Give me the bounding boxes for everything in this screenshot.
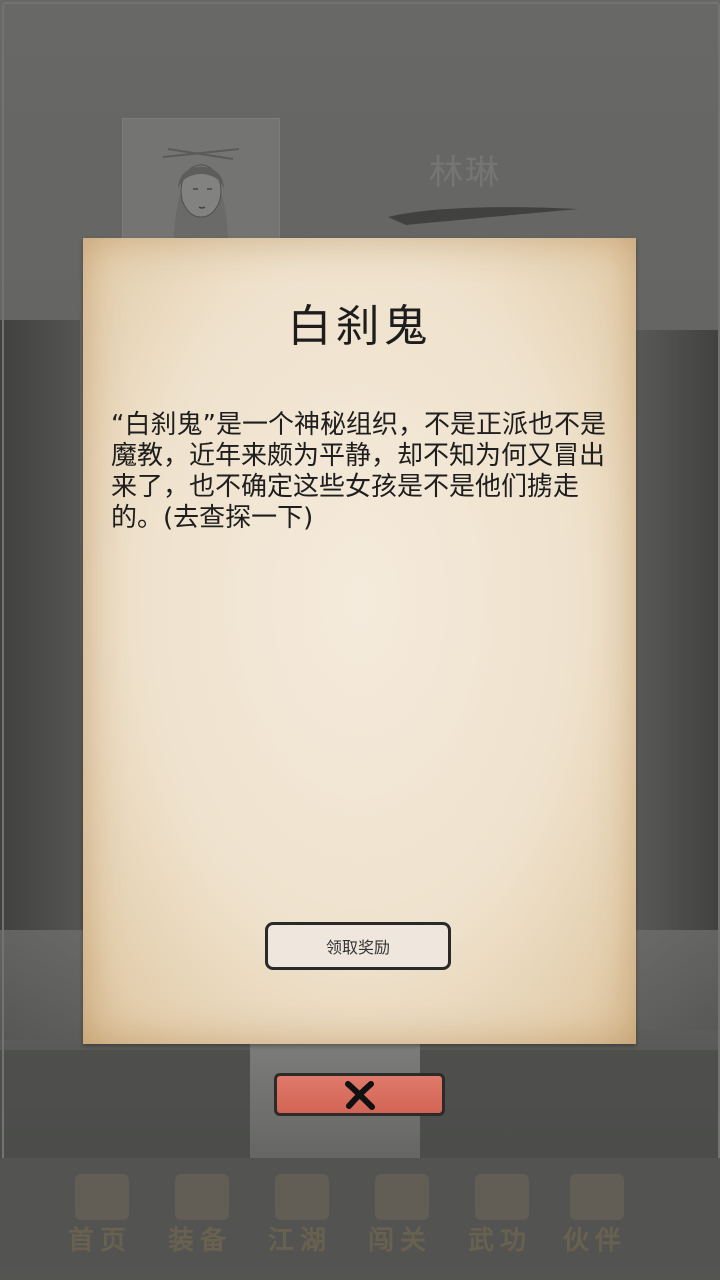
dialog-body: “白刹鬼”是一个神秘组织，不是正派也不是魔教，近年来颇为平静，却不知为何又冒出来…	[111, 410, 606, 533]
quest-dialog: 白刹鬼 “白刹鬼”是一个神秘组织，不是正派也不是魔教，近年来颇为平静，却不知为何…	[83, 238, 636, 1044]
close-x-icon	[344, 1080, 375, 1110]
claim-reward-button[interactable]: 领取奖励	[265, 922, 451, 970]
close-button[interactable]	[274, 1073, 445, 1116]
dialog-title: 白刹鬼	[287, 301, 432, 352]
